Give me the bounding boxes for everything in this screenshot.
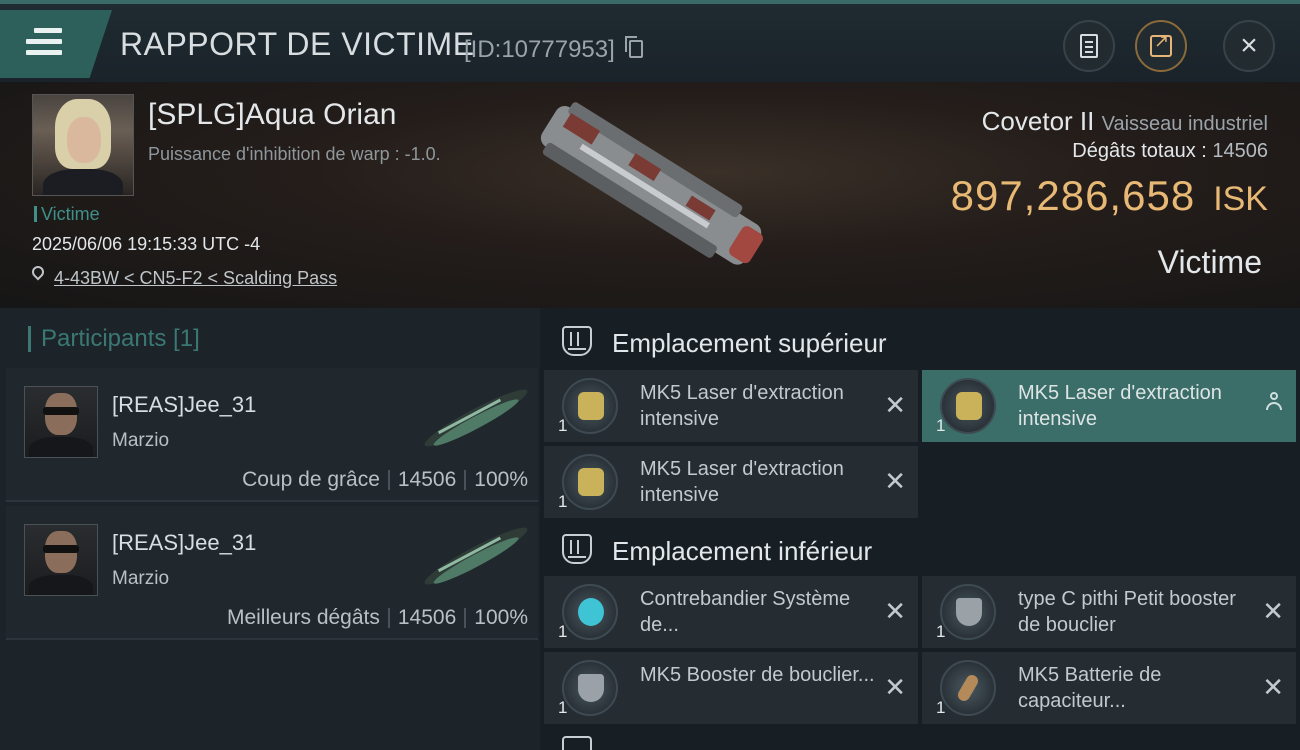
share-icon — [1150, 31, 1172, 57]
participant-damage: 14506 — [397, 606, 457, 629]
close-icon: × — [1240, 29, 1258, 62]
dropped-person-icon — [1266, 392, 1282, 414]
share-button[interactable] — [1135, 20, 1187, 72]
menu-button[interactable] — [0, 10, 112, 78]
module-quantity: 1 — [936, 622, 946, 641]
close-button[interactable]: × — [1223, 20, 1275, 72]
module-card[interactable]: 1 MK5 Laser d'extraction intensive ✕ — [544, 370, 918, 442]
kill-timestamp: 2025/06/06 19:15:33 UTC -4 — [32, 234, 261, 254]
copy-icon[interactable] — [625, 36, 643, 58]
mining-laser-icon — [940, 378, 996, 434]
total-damage-label: Dégâts totaux : — [1072, 140, 1207, 162]
module-name: MK5 Laser d'extraction intensive — [640, 382, 844, 430]
participant-label: Coup de grâce — [242, 468, 380, 491]
participant-damage: 14506 — [397, 468, 457, 491]
module-name: MK5 Laser d'extraction intensive — [640, 458, 844, 506]
total-damage: Dégâts totaux : 14506 — [1072, 140, 1268, 163]
participant-name[interactable]: [REAS]Jee_31 — [112, 530, 256, 556]
module-name: Contrebandier Système de... — [640, 588, 851, 636]
participant-ship-image — [424, 389, 528, 447]
smuggler-system-icon — [562, 584, 618, 640]
page-title: RAPPORT DE VICTIME — [120, 26, 475, 62]
kill-location-link[interactable]: 4-43BW < CN5-F2 < Scalding Pass — [54, 268, 337, 289]
header-bar: RAPPORT DE VICTIME [ID:10777953] × — [0, 0, 1300, 82]
module-quantity: 1 — [558, 492, 568, 511]
high-slot-header: Emplacement supérieur — [540, 312, 1300, 372]
mining-laser-icon — [562, 378, 618, 434]
location-pin-icon — [29, 263, 47, 281]
role-label: Victime — [1157, 244, 1262, 280]
capacitor-battery-icon — [940, 660, 996, 716]
high-slot-label: Emplacement supérieur — [612, 328, 887, 358]
module-quantity: 1 — [936, 416, 946, 435]
destroyed-icon: ✕ — [884, 390, 906, 420]
next-slot-icon — [562, 736, 592, 750]
module-quantity: 1 — [558, 416, 568, 435]
participant-stats: Meilleurs dégâts 14506 100% — [227, 606, 528, 630]
ship-name: Covetor II — [981, 106, 1095, 136]
destroyed-icon: ✕ — [884, 672, 906, 702]
module-card[interactable]: 1 MK5 Laser d'extraction intensive ✕ — [544, 446, 918, 518]
mining-laser-icon — [562, 454, 618, 510]
module-card[interactable]: 1 Contrebandier Système de... ✕ — [544, 576, 918, 648]
fitting-panel: Emplacement supérieur 1 MK5 Laser d'extr… — [540, 308, 1300, 750]
module-name: MK5 Batterie de capaciteur... — [1018, 664, 1162, 712]
participants-panel: Participants [1] [REAS]Jee_31 Marzio Cou… — [0, 308, 540, 750]
participant-ship: Marzio — [112, 568, 170, 589]
victim-name[interactable]: [SPLG]Aqua Orian — [148, 98, 396, 132]
victim-banner: [SPLG]Aqua Orian Puissance d'inhibition … — [0, 82, 1300, 308]
module-quantity: 1 — [936, 698, 946, 717]
module-name: MK5 Laser d'extraction intensive — [1018, 382, 1222, 430]
participant-avatar[interactable] — [24, 524, 98, 596]
isk-value-line: 897,286,658 ISK — [951, 172, 1268, 220]
participant-label: Meilleurs dégâts — [226, 606, 380, 629]
shield-booster-icon — [562, 660, 618, 716]
module-quantity: 1 — [558, 698, 568, 717]
destroyed-icon: ✕ — [884, 466, 906, 496]
participant-card[interactable]: [REAS]Jee_31 Marzio Meilleurs dégâts 1450… — [6, 506, 538, 640]
module-card[interactable]: 1 type C pithi Petit booster de bouclier… — [922, 576, 1296, 648]
participant-card[interactable]: [REAS]Jee_31 Marzio Coup de grâce 14506 10… — [6, 368, 538, 502]
hamburger-icon — [26, 28, 62, 61]
module-card[interactable]: 1 MK5 Booster de bouclier... ✕ — [544, 652, 918, 724]
low-slot-icon — [562, 534, 592, 564]
participant-percent: 100% — [474, 468, 528, 491]
ship-type: Vaisseau industriel — [1101, 113, 1268, 135]
victim-tag: Victime — [34, 205, 100, 223]
participant-ship-image — [424, 527, 528, 585]
isk-value: 897,286,658 — [950, 172, 1196, 219]
participant-ship: Marzio — [112, 430, 170, 451]
victim-ship-image[interactable] — [510, 102, 790, 272]
warp-strength: Puissance d'inhibition de warp : -1.0. — [148, 144, 441, 164]
module-card[interactable]: 1 MK5 Laser d'extraction intensive — [922, 370, 1296, 442]
module-name: MK5 Booster de bouclier... — [640, 664, 875, 686]
victim-avatar[interactable] — [32, 94, 134, 196]
module-name: type C pithi Petit booster de bouclier — [1018, 588, 1236, 636]
report-button[interactable] — [1063, 20, 1115, 72]
high-slot-icon — [562, 326, 592, 356]
participant-avatar[interactable] — [24, 386, 98, 458]
isk-unit: ISK — [1213, 180, 1268, 218]
participant-stats: Coup de grâce 14506 100% — [242, 468, 528, 492]
participant-name[interactable]: [REAS]Jee_31 — [112, 392, 256, 418]
participants-title: Participants [1] — [28, 326, 200, 352]
destroyed-icon: ✕ — [1262, 672, 1284, 702]
module-card[interactable]: 1 MK5 Batterie de capaciteur... ✕ — [922, 652, 1296, 724]
report-id: [ID:10777953] — [464, 36, 615, 63]
clipboard-icon — [1080, 34, 1098, 58]
participant-percent: 100% — [474, 606, 528, 629]
total-damage-value: 14506 — [1212, 140, 1268, 162]
low-slot-header: Emplacement inférieur — [540, 520, 1300, 580]
module-quantity: 1 — [558, 622, 568, 641]
victim-ship[interactable]: Covetor II Vaisseau industriel — [982, 106, 1268, 137]
low-slot-label: Emplacement inférieur — [612, 536, 873, 566]
destroyed-icon: ✕ — [1262, 596, 1284, 626]
shield-booster-icon — [940, 584, 996, 640]
destroyed-icon: ✕ — [884, 596, 906, 626]
